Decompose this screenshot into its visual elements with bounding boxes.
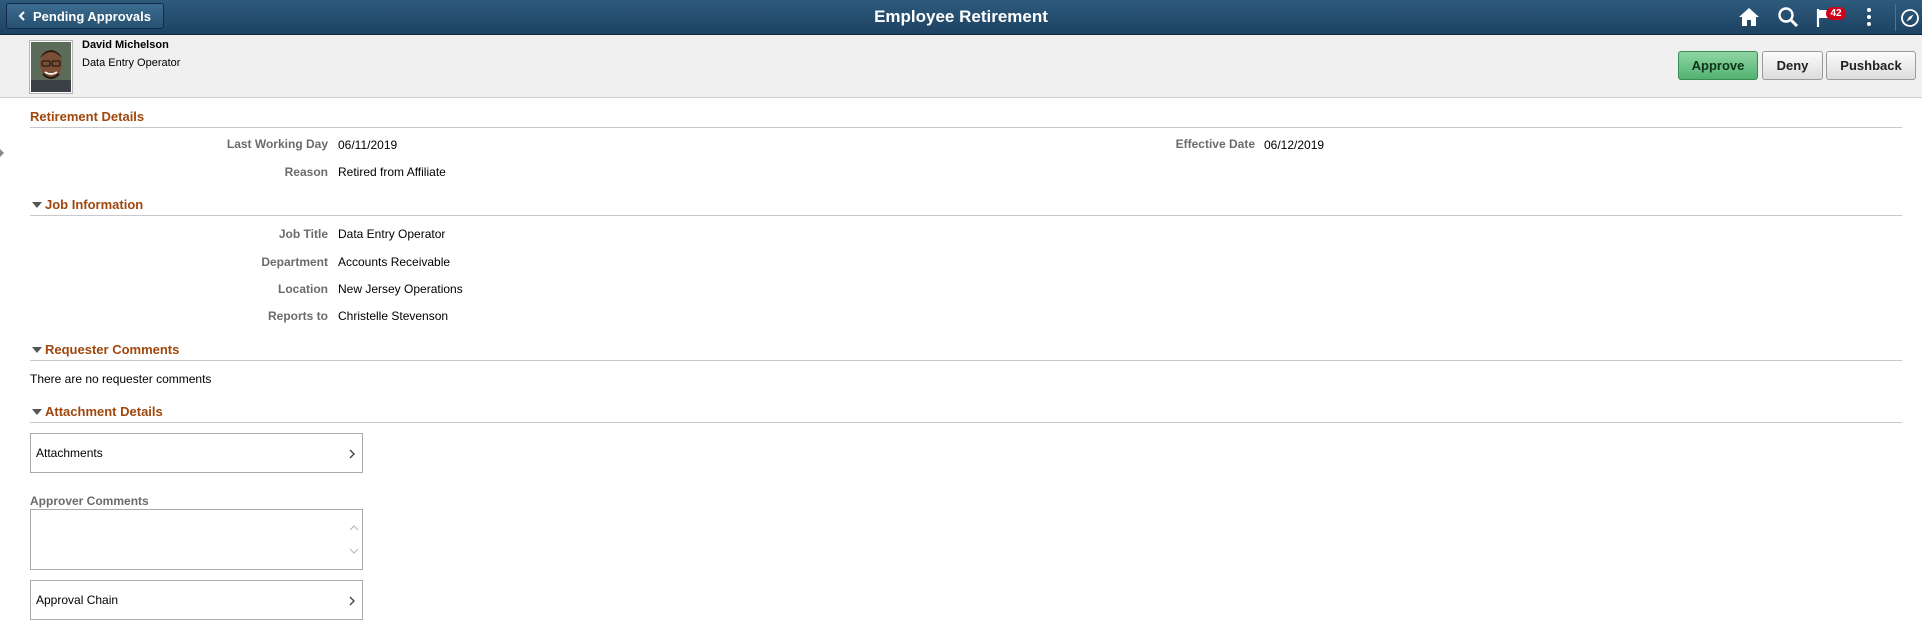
more-icon[interactable] (1857, 6, 1881, 28)
avatar (29, 40, 73, 94)
job-title-value: Data Entry Operator (338, 227, 446, 241)
chevron-right-icon (349, 596, 355, 606)
attachments-label: Attachments (36, 446, 103, 460)
pushback-button[interactable]: Pushback (1826, 51, 1916, 80)
job-title-label: Job Title (278, 227, 328, 241)
department-label: Department (261, 255, 328, 269)
deny-button[interactable]: Deny (1762, 51, 1823, 80)
attachment-details-heading[interactable]: Attachment Details (30, 404, 1902, 423)
scroll-down-icon[interactable] (349, 547, 359, 555)
effective-date-label: Effective Date (1175, 137, 1255, 151)
requester-comments-title: Requester Comments (45, 342, 180, 357)
header-bar: Pending Approvals Employee Retirement 42 (0, 0, 1922, 35)
department-value: Accounts Receivable (338, 255, 451, 269)
reports-to-label: Reports to (268, 309, 328, 323)
pending-approvals-back-button[interactable]: Pending Approvals (6, 3, 164, 29)
approver-comments-field[interactable] (30, 509, 363, 570)
scroll-up-icon[interactable] (349, 524, 359, 532)
retirement-details-heading: Retirement Details (30, 109, 1902, 128)
approval-chain-link[interactable]: Approval Chain (30, 580, 363, 620)
collapse-caret-icon (32, 202, 42, 209)
reports-to-value: Christelle Stevenson (338, 309, 449, 323)
collapse-caret-icon (32, 409, 42, 416)
approve-button[interactable]: Approve (1678, 51, 1758, 80)
location-label: Location (278, 282, 328, 296)
requester-comments-text: There are no requester comments (30, 372, 212, 386)
approver-comments-label: Approver Comments (30, 494, 149, 508)
job-information-title: Job Information (45, 197, 144, 212)
navbar-icon (1900, 8, 1919, 27)
page-title: Employee Retirement (874, 7, 1048, 26)
collapse-caret-icon (32, 347, 42, 354)
requester-comments-heading[interactable]: Requester Comments (30, 342, 1902, 361)
home-icon[interactable] (1737, 6, 1761, 28)
reason-label: Reason (284, 165, 328, 179)
effective-date-value: 06/12/2019 (1264, 138, 1325, 152)
chevron-right-icon (349, 449, 355, 459)
employee-header: David Michelson Data Entry Operator Appr… (0, 35, 1922, 98)
attachments-link[interactable]: Attachments (30, 433, 363, 473)
navbar-button[interactable] (1895, 4, 1922, 31)
attachment-details-title: Attachment Details (45, 404, 163, 419)
notification-count-badge: 42 (1826, 7, 1846, 20)
search-icon[interactable] (1776, 6, 1800, 28)
last-working-day-value: 06/11/2019 (338, 138, 398, 152)
chevron-left-icon (18, 11, 25, 21)
reason-value: Retired from Affiliate (338, 165, 446, 179)
job-information-heading[interactable]: Job Information (30, 197, 1902, 216)
employee-name: David Michelson (82, 39, 169, 51)
back-button-label: Pending Approvals (33, 8, 151, 24)
retirement-details-title: Retirement Details (30, 109, 145, 124)
employee-job-title: Data Entry Operator (82, 57, 181, 69)
collapse-side-marker (0, 149, 4, 157)
last-working-day-label: Last Working Day (226, 137, 328, 151)
location-value: New Jersey Operations (338, 282, 463, 296)
approval-chain-label: Approval Chain (36, 593, 119, 607)
